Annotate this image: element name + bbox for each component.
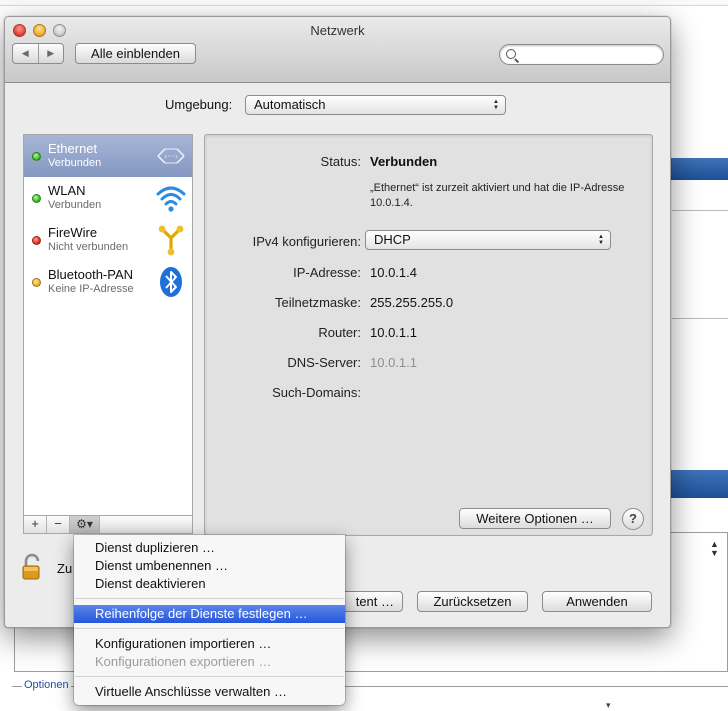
status-dot-yellow	[32, 278, 41, 287]
service-status: Verbunden	[48, 199, 102, 211]
search-icon	[506, 49, 516, 59]
popup-arrows-icon: ▲ ▼	[598, 234, 604, 246]
background-stepper-icon[interactable]: ▲ ▼	[710, 540, 719, 558]
back-button[interactable]: ◀	[13, 44, 39, 63]
router-label: Router:	[318, 325, 361, 340]
firewire-icon	[158, 225, 184, 256]
menu-item-export-configurations: Konfigurationen exportieren …	[95, 654, 272, 669]
bluetooth-icon	[160, 267, 182, 297]
search-input[interactable]	[520, 47, 658, 62]
window-titlebar: Netzwerk ◀ ▶ Alle einblenden	[5, 17, 670, 83]
background-selection-bar	[670, 158, 728, 180]
service-name: Bluetooth-PAN	[48, 267, 134, 282]
status-description: „Ethernet“ ist zurzeit aktiviert und hat…	[370, 182, 625, 209]
ethernet-icon: ‹···›	[157, 148, 185, 164]
service-status: Nicht verbunden	[48, 241, 129, 253]
ipv4-config-label: IPv4 konfigurieren:	[252, 234, 361, 249]
back-arrow-icon: ◀	[21, 48, 29, 58]
service-list-toolbar: + − ⚙▾	[23, 515, 193, 534]
reset-button[interactable]: Zurücksetzen	[417, 591, 528, 612]
menu-item-deactivate-service[interactable]: Dienst deaktivieren	[74, 575, 345, 593]
more-options-button[interactable]: Weitere Optionen …	[459, 508, 611, 529]
search-field[interactable]	[499, 44, 664, 65]
service-detail-panel: Status: Verbunden „Ethernet“ ist zurzeit…	[204, 134, 653, 536]
help-button[interactable]: ?	[622, 508, 644, 530]
background-selection-bar	[670, 470, 728, 498]
service-list: Ethernet Verbunden ‹···› WLAN Verbunden …	[23, 134, 193, 516]
gear-icon: ⚙▾	[76, 517, 93, 531]
remove-service-button[interactable]: −	[47, 516, 70, 533]
menu-item-set-service-order[interactable]: Reihenfolge der Dienste festlegen …	[74, 605, 345, 623]
service-item-firewire[interactable]: FireWire Nicht verbunden	[24, 219, 192, 261]
dns-server-label: DNS-Server:	[287, 355, 361, 370]
service-name: Ethernet	[48, 141, 98, 156]
apply-button[interactable]: Anwenden	[542, 591, 652, 612]
ip-address-label: IP-Adresse:	[293, 265, 361, 280]
background-app-strip	[0, 0, 728, 6]
location-value: Automatisch	[254, 97, 326, 112]
lock-icon[interactable]	[21, 553, 45, 581]
back-forward-control: ◀ ▶	[12, 43, 64, 64]
background-divider	[672, 318, 728, 319]
location-popup[interactable]: Automatisch ▲ ▼	[245, 95, 506, 115]
service-item-ethernet[interactable]: Ethernet Verbunden ‹···›	[24, 135, 192, 177]
menu-item-import-configurations[interactable]: Konfigurationen importieren …	[74, 635, 345, 653]
status-dot-green	[32, 152, 41, 161]
router-value: 10.0.1.1	[370, 325, 417, 340]
status-value: Verbunden	[370, 154, 438, 169]
service-name: FireWire	[48, 225, 98, 240]
service-name: WLAN	[48, 183, 86, 198]
menu-item-manage-virtual-interfaces[interactable]: Virtuelle Anschlüsse verwalten …	[74, 683, 345, 701]
ipv4-config-popup[interactable]: DHCP ▲ ▼	[365, 230, 611, 250]
service-status: Verbunden	[48, 157, 102, 169]
menu-separator	[75, 628, 344, 629]
popup-arrows-icon: ▲ ▼	[493, 99, 499, 111]
ipv4-config-value: DHCP	[374, 232, 411, 247]
service-item-wlan[interactable]: WLAN Verbunden	[24, 177, 192, 219]
menu-separator	[75, 598, 344, 599]
assistant-button[interactable]: tent …	[335, 591, 403, 612]
background-options-label: Optionen	[22, 679, 71, 691]
background-scroll-arrow-icon[interactable]: ▾	[606, 700, 611, 711]
location-label: Umgebung:	[165, 97, 233, 112]
svg-text:‹···›: ‹···›	[164, 152, 178, 161]
forward-button[interactable]: ▶	[39, 44, 64, 63]
menu-separator	[75, 676, 344, 677]
status-label: Status:	[320, 154, 361, 169]
add-service-button[interactable]: +	[24, 516, 47, 533]
forward-arrow-icon: ▶	[47, 48, 55, 58]
window-title: Netzwerk	[310, 23, 365, 38]
service-status: Keine IP-Adresse	[48, 283, 134, 295]
subnet-mask-label: Teilnetzmaske:	[275, 295, 361, 310]
show-all-button[interactable]: Alle einblenden	[75, 43, 196, 64]
menu-item-rename-service[interactable]: Dienst umbenennen …	[74, 557, 345, 575]
dns-server-value: 10.0.1.1	[370, 355, 417, 370]
status-dot-red	[32, 236, 41, 245]
subnet-mask-value: 255.255.255.0	[370, 295, 454, 310]
ip-address-value: 10.0.1.4	[370, 265, 417, 280]
wifi-icon	[156, 186, 186, 212]
service-item-bluetooth-pan[interactable]: Bluetooth-PAN Keine IP-Adresse	[24, 261, 192, 303]
search-domains-label: Such-Domains:	[272, 385, 361, 400]
status-dot-green	[32, 194, 41, 203]
background-divider	[672, 210, 728, 211]
gear-context-menu: Dienst duplizieren … Dienst umbenennen ……	[74, 535, 345, 705]
gear-menu-button[interactable]: ⚙▾	[70, 516, 100, 533]
lock-text: Zu	[57, 561, 73, 576]
menu-item-duplicate-service[interactable]: Dienst duplizieren …	[74, 539, 345, 557]
